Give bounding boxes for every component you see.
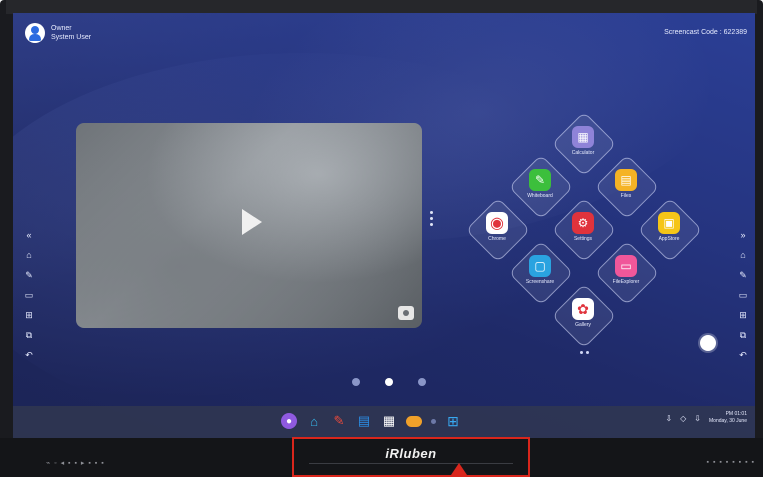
dock: ● ⌂ ✎ ▤ ▦ ⊞ xyxy=(281,413,461,429)
screencast-code: Screencast Code : 622389 xyxy=(664,29,747,36)
pen-icon[interactable]: ✎ xyxy=(25,271,34,280)
settings-icon: ⚙ xyxy=(572,212,594,234)
camera-icon[interactable] xyxy=(398,306,414,320)
screen: Owner System User Screencast Code : 6223… xyxy=(13,13,755,438)
home-icon[interactable]: ⌂ xyxy=(306,413,322,429)
toolbox-icon[interactable] xyxy=(406,415,422,427)
user-name: System User xyxy=(51,34,92,41)
apps-grid-icon[interactable]: ▦ xyxy=(381,413,397,429)
toolbox-icon[interactable]: ⧉ xyxy=(739,331,748,340)
media-icon: ▭ xyxy=(615,255,637,277)
whiteboard-pen-icon[interactable]: ✎ xyxy=(331,413,347,429)
avatar-icon[interactable] xyxy=(25,23,45,43)
left-sidebar: « ⌂ ✎ ▭ ⊞ ⧉ ↶ xyxy=(23,231,35,360)
dock-separator xyxy=(431,418,436,424)
system-tray: ⇩ ◇ ⇩ PM 01:01 Monday, 30 June xyxy=(665,411,747,425)
pointer-marker xyxy=(451,463,467,475)
monitor: Owner System User Screencast Code : 6223… xyxy=(0,0,763,477)
clock-time: PM 01:01 xyxy=(725,411,747,417)
floating-menu-button[interactable] xyxy=(700,335,716,351)
back-icon[interactable]: ↶ xyxy=(739,351,748,360)
user-profile[interactable]: Owner System User xyxy=(25,23,91,43)
collapse-icon[interactable]: » xyxy=(739,231,748,240)
apps-icon[interactable]: ⊞ xyxy=(739,311,748,320)
appstore-icon: ▣ xyxy=(658,212,680,234)
page-indicator[interactable] xyxy=(352,378,426,386)
brand-logo: iRluben xyxy=(385,446,437,461)
back-icon[interactable]: ↶ xyxy=(25,351,34,360)
whiteboard-icon: ✎ xyxy=(529,169,551,191)
folder-icon: ▤ xyxy=(615,169,637,191)
user-role: Owner xyxy=(51,25,72,32)
video-player[interactable] xyxy=(76,123,422,328)
screenshare-icon: ▢ xyxy=(529,255,551,277)
multiwindow-icon[interactable]: ▤ xyxy=(356,413,372,429)
windows-icon[interactable]: ⊞ xyxy=(445,413,461,429)
network-icon[interactable]: ◇ xyxy=(680,414,686,423)
highlight-box: iRluben xyxy=(292,437,530,477)
page-dot[interactable] xyxy=(418,378,426,386)
calculator-icon: ▦ xyxy=(572,126,594,148)
collapse-icon[interactable]: « xyxy=(25,231,34,240)
top-bezel xyxy=(6,0,757,14)
clock[interactable]: PM 01:01 Monday, 30 June xyxy=(709,411,747,425)
toolbox-icon[interactable]: ⧉ xyxy=(25,331,34,340)
front-panel-controls[interactable]: ⌁ ◦ ◂ ▪ ▪ ▸ ▪ ▪ ▪ xyxy=(46,459,105,467)
page-dot[interactable] xyxy=(352,378,360,386)
play-icon[interactable] xyxy=(242,209,262,235)
window-icon[interactable]: ▭ xyxy=(739,291,748,300)
more-options-icon[interactable] xyxy=(430,211,433,226)
home-icon[interactable]: ⌂ xyxy=(25,251,34,260)
app-tile-gallery[interactable]: ✿ Gallery xyxy=(551,283,617,349)
gallery-icon: ✿ xyxy=(572,298,594,320)
volume-icon[interactable]: ⇩ xyxy=(694,414,701,423)
front-panel-ports[interactable]: ▪ ▪ ▪ ▪ ▪ ▪ ▪ ▪ xyxy=(707,459,755,466)
clock-date: Monday, 30 June xyxy=(709,418,747,424)
right-sidebar: » ⌂ ✎ ▭ ⊞ ⧉ ↶ xyxy=(737,231,749,360)
page-dot-active[interactable] xyxy=(385,378,393,386)
app-page-indicator xyxy=(580,351,589,354)
chrome-icon: ◉ xyxy=(486,212,508,234)
home-icon[interactable]: ⌂ xyxy=(739,251,748,260)
usb-icon[interactable]: ⇩ xyxy=(665,414,672,423)
window-icon[interactable]: ▭ xyxy=(25,291,34,300)
pen-icon[interactable]: ✎ xyxy=(739,271,748,280)
launcher-icon[interactable]: ● xyxy=(281,413,297,429)
apps-icon[interactable]: ⊞ xyxy=(25,311,34,320)
